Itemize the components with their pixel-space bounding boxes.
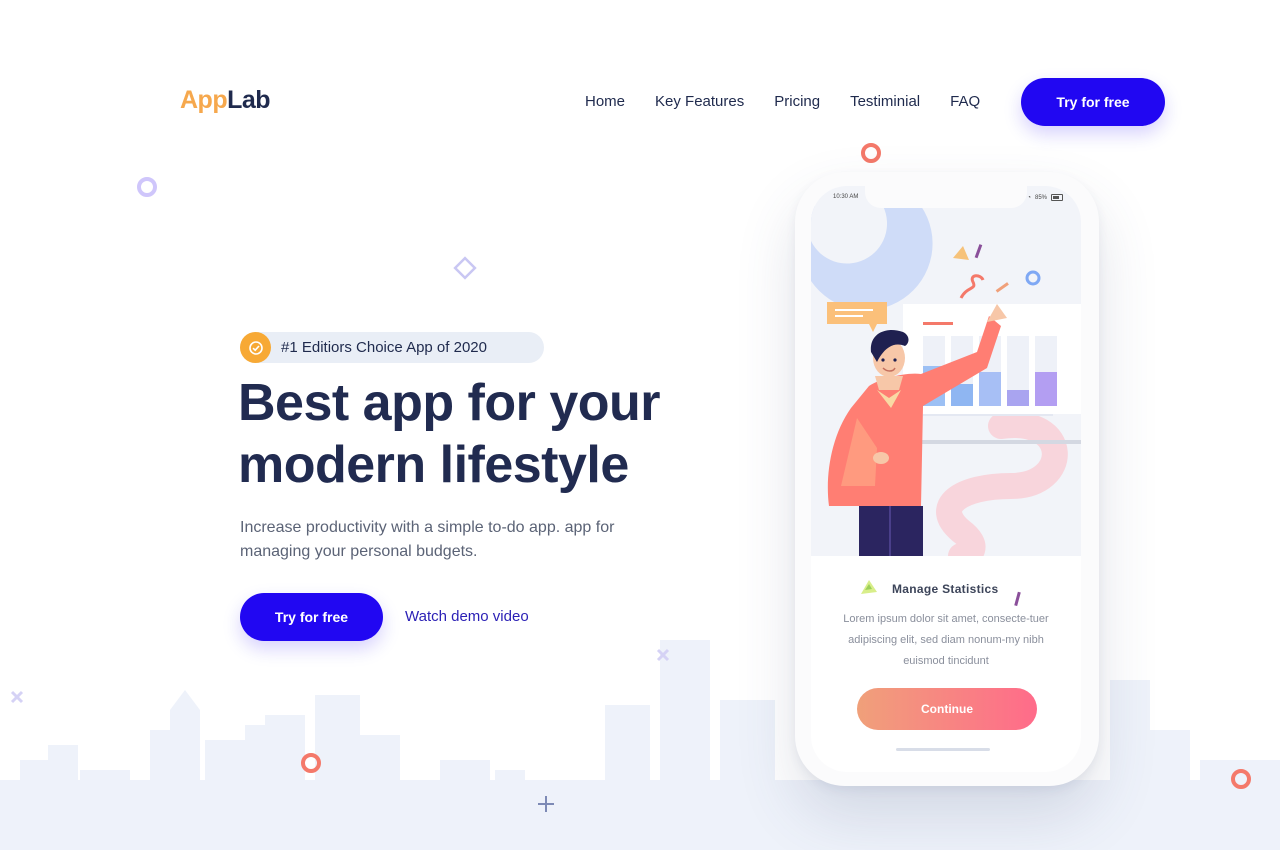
ring-icon — [1231, 769, 1251, 789]
wifi-icon: ◔ — [1027, 194, 1031, 201]
hero-subtitle: Increase productivity with a simple to-d… — [240, 519, 615, 560]
hero-headline: Best app for your modern lifestyle — [238, 372, 738, 496]
nav-faq[interactable]: FAQ — [950, 93, 980, 110]
card-description: Lorem ipsum dolor sit amet, consecte-tue… — [843, 613, 1049, 667]
cross-icon — [10, 690, 24, 704]
applab-logo[interactable]: AppLab — [180, 86, 271, 115]
nav-pricing[interactable]: Pricing — [774, 93, 820, 110]
phone-mockup: 10:30 AM ◔ 85% Manage Statistics Lorem i… — [795, 172, 1099, 786]
triangle-stats-icon — [861, 580, 877, 594]
presenter-chart-illustration — [811, 206, 1081, 556]
home-indicator — [896, 748, 990, 751]
headline-line-2: modern lifestyle — [238, 436, 629, 494]
check-badge-icon — [240, 332, 271, 363]
plus-icon — [538, 796, 554, 812]
cross-icon — [656, 648, 670, 662]
watch-demo-link[interactable]: Watch demo video — [405, 608, 529, 625]
battery-percent: 85% — [1034, 194, 1047, 201]
ring-icon — [137, 177, 157, 197]
card-title: Manage Statistics — [892, 582, 999, 596]
nav-testiminial[interactable]: Testiminial — [850, 93, 920, 110]
phone-screen: 10:30 AM ◔ 85% Manage Statistics Lorem i… — [811, 186, 1081, 772]
status-indicators: ◔ 85% — [1027, 194, 1063, 201]
sparkle-icon — [1014, 591, 1021, 607]
logo-app: App — [180, 86, 228, 114]
battery-icon — [1051, 194, 1063, 201]
diamond-icon — [453, 256, 477, 280]
ring-icon — [861, 143, 881, 163]
badge-text: #1 Editiors Choice App of 2020 — [281, 339, 487, 356]
headline-line-1: Best app for your — [238, 374, 661, 432]
header-try-free-button[interactable]: Try for free — [1021, 78, 1165, 126]
nav-key-features[interactable]: Key Features — [655, 93, 744, 110]
editors-choice-badge: #1 Editiors Choice App of 2020 — [240, 332, 544, 363]
logo-lab: Lab — [227, 86, 271, 114]
ring-icon — [301, 753, 321, 773]
phone-notch — [865, 186, 1027, 208]
main-nav: Home Key Features Pricing Testiminial FA… — [585, 93, 1010, 110]
nav-home[interactable]: Home — [585, 93, 625, 110]
continue-button[interactable]: Continue — [857, 688, 1037, 730]
status-time: 10:30 AM — [833, 194, 859, 200]
hero-try-free-button[interactable]: Try for free — [240, 593, 383, 641]
